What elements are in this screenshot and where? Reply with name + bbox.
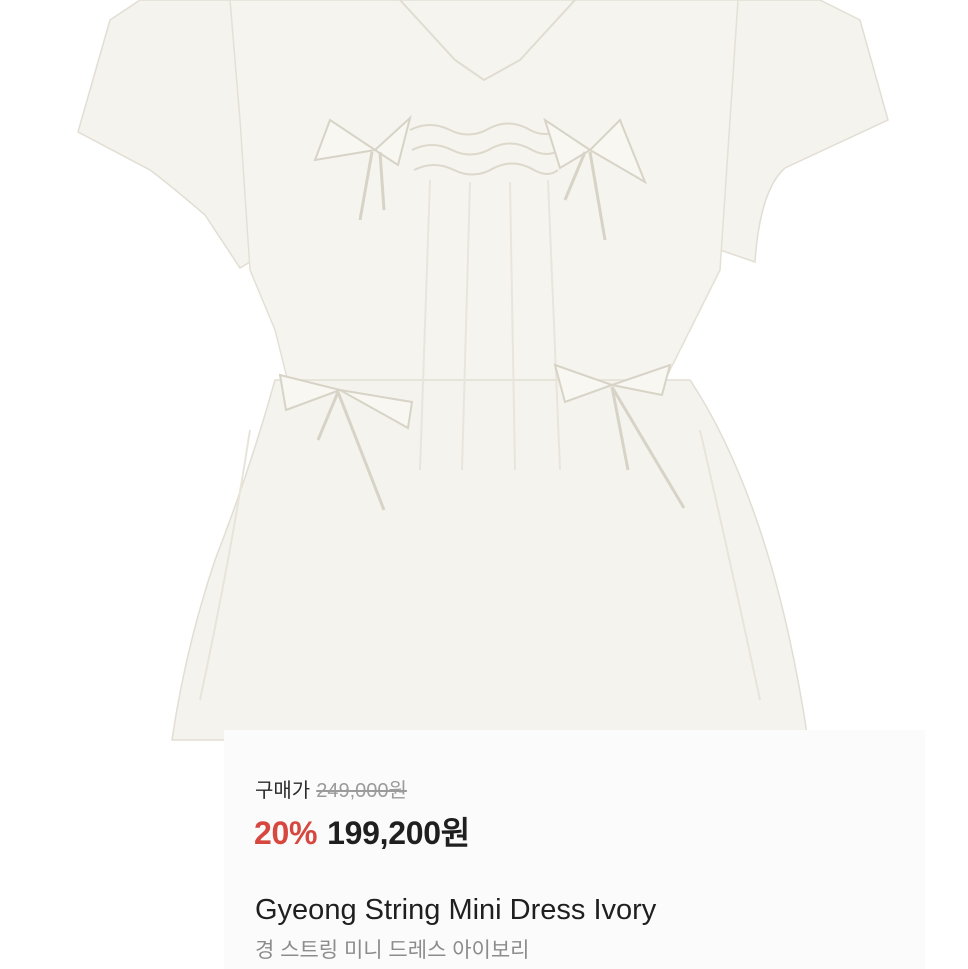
original-price: 249,000원 — [316, 780, 407, 802]
discount-rate: 20% — [254, 815, 318, 851]
product-name-ko: 경 스트링 미니 드레스 아이보리 — [255, 939, 530, 962]
product-name-en[interactable]: Gyeong String Mini Dress Ivory — [255, 894, 656, 927]
price-label: 구매가 — [255, 780, 311, 802]
price-label-row: 구매가 249,000원 — [255, 774, 407, 803]
product-info-card[interactable]: 구매가 249,000원 20% 199,200원 Gyeong String Mi… — [224, 730, 925, 969]
sale-price-row: 20% 199,200원 — [254, 808, 470, 854]
sale-price: 199,200원 — [327, 815, 470, 851]
